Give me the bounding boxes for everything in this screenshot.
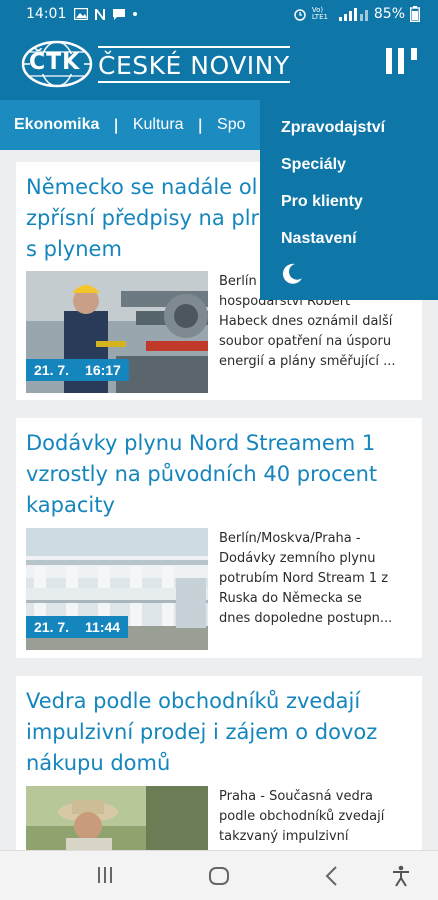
article-title-line: nákupu domů	[26, 751, 171, 775]
excerpt-line: Berlín/Moskva/Praha -	[219, 531, 361, 546]
article-excerpt[interactable]: Berlín/Moskva/Praha - Dodávky zemního pl…	[219, 529, 414, 629]
date-badge: 21. 7. 11:44	[26, 616, 129, 638]
article-title-line: kapacity	[26, 493, 115, 517]
menu-item-nastaveni[interactable]: Nastavení	[260, 225, 438, 262]
ctk-globe-badge: ČTK	[20, 39, 94, 89]
article-card[interactable]: Dodávky plynu Nord Streamem 1 vzrostly n…	[16, 418, 422, 658]
menu-item-pro-klienty[interactable]: Pro klienty	[260, 188, 438, 225]
status-time: 14:01	[26, 6, 67, 22]
alarm-icon	[294, 9, 306, 21]
article-thumbnail[interactable]: 21. 7. 11:44	[26, 528, 208, 650]
logo-text: ČESKÉ NOVINY	[98, 45, 290, 83]
article-title-line: impulzivní prodej i zájem o dovoz	[26, 720, 378, 744]
menu-item-specialy[interactable]: Speciály	[260, 151, 438, 188]
article-title-line: Dodávky plynu Nord Streamem 1	[26, 431, 376, 455]
category-tab-ekonomika[interactable]: Ekonomika	[14, 116, 99, 134]
signal-icon	[338, 8, 368, 21]
article-excerpt[interactable]: Praha - Současná vedra podle obchodníků …	[219, 787, 414, 847]
home-icon[interactable]	[208, 865, 230, 887]
logo-badge-text: ČTK	[29, 50, 81, 75]
system-nav-bar	[0, 850, 438, 900]
dark-mode-moon-icon[interactable]	[280, 262, 304, 286]
article-date: 21. 7.	[34, 362, 70, 378]
article-thumbnail[interactable]: 21. 7. 16:17	[26, 271, 208, 393]
article-card[interactable]: Vedra podle obchodníků zvedají impulzivn…	[16, 676, 422, 850]
article-title-line: Vedra podle obchodníků zvedají	[26, 689, 361, 713]
photo-hat-man	[26, 786, 208, 850]
excerpt-line: Dodávky zemního plynu	[219, 551, 376, 566]
ctk-logo[interactable]: ČTK ČESKÉ NOVINY	[20, 38, 290, 90]
excerpt-line: Praha - Současná vedra	[219, 789, 374, 804]
screen: 14:01 Vo) LTE1 85% ČTK ČESKÉ NOVINY Ekon…	[0, 0, 438, 900]
back-icon[interactable]	[322, 865, 342, 887]
article-thumbnail[interactable]	[26, 786, 208, 850]
excerpt-line: Ruska do Německa se	[219, 591, 362, 606]
article-time: 16:17	[85, 362, 121, 378]
status-bar: 14:01 Vo) LTE1 85%	[0, 0, 438, 28]
network-label: Vo) LTE1	[311, 6, 328, 21]
category-separator: |	[113, 116, 119, 134]
battery-percent: 85%	[373, 6, 405, 22]
excerpt-line: Habeck dnes oznámil další	[219, 314, 393, 329]
excerpt-line: podle obchodníků zvedají	[219, 809, 385, 824]
menu-toggle-icon[interactable]	[384, 46, 420, 76]
article-title[interactable]: Dodávky plynu Nord Streamem 1 vzrostly n…	[16, 418, 422, 521]
recent-apps-icon[interactable]	[95, 865, 115, 885]
menu-item-zpravodajstvi[interactable]: Zpravodajství	[260, 114, 438, 151]
article-date: 21. 7.	[34, 619, 70, 635]
n-app-icon	[95, 8, 106, 20]
excerpt-line: soubor opatření na úsporu	[219, 334, 392, 349]
battery-icon	[410, 6, 420, 22]
category-tab-kultura[interactable]: Kultura	[133, 116, 184, 134]
image-icon	[74, 8, 89, 20]
excerpt-line: takzvaný impulzivní	[219, 829, 349, 844]
excerpt-line: energií a plány směřující ...	[219, 354, 396, 369]
accessibility-icon[interactable]	[392, 865, 410, 887]
article-time: 11:44	[85, 619, 121, 635]
excerpt-line: potrubím Nord Stream 1 z	[219, 571, 389, 586]
app-header: ČTK ČESKÉ NOVINY	[0, 28, 438, 100]
category-separator: |	[197, 116, 204, 134]
excerpt-line: dnes dopoledne postupn...	[219, 611, 393, 626]
article-title[interactable]: Vedra podle obchodníků zvedají impulzivn…	[16, 676, 422, 779]
date-badge: 21. 7. 16:17	[26, 359, 129, 381]
dot-icon	[133, 12, 138, 16]
notification-icons	[74, 8, 138, 21]
message-icon	[113, 8, 126, 20]
article-title-line: vzrostly na původních 40 procent	[26, 462, 378, 486]
main-menu-dropdown: Zpravodajství Speciály Pro klienty Nasta…	[260, 100, 438, 300]
category-tab-sport[interactable]: Spo	[217, 116, 245, 134]
